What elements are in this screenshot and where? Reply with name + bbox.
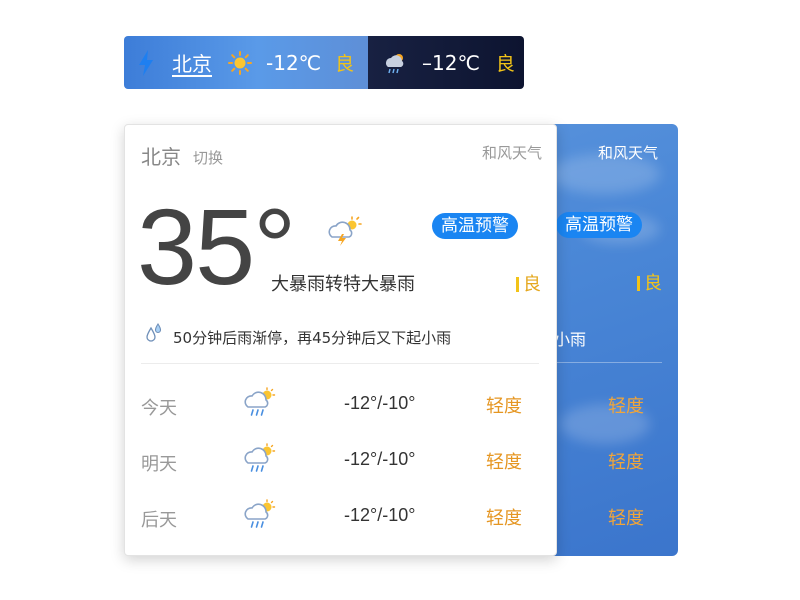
forecast-temperature-range: -12°/-10° bbox=[344, 393, 416, 413]
rain-sun-icon bbox=[243, 387, 277, 423]
rain-sun-icon bbox=[243, 443, 277, 479]
forecast-row: 后天 -12°/-10° 轻度 bbox=[141, 499, 539, 533]
forecast-level: 轻度 bbox=[486, 396, 522, 417]
rain-sun-icon bbox=[243, 499, 277, 535]
raindrops-icon bbox=[143, 322, 165, 348]
divider bbox=[141, 363, 539, 364]
lightning-icon bbox=[138, 49, 154, 76]
mini-aqi-badge: 良 bbox=[335, 53, 355, 75]
sun-icon bbox=[228, 50, 252, 75]
mini-temperature-dark: –12℃ bbox=[422, 50, 480, 75]
forecast-temperature-range: -12°/-10° bbox=[344, 505, 416, 525]
rain-sun-icon bbox=[382, 51, 408, 75]
provider-label: 和风天气 bbox=[481, 144, 542, 162]
aqi-bar-icon bbox=[637, 276, 640, 291]
forecast-temperature-range: -12°/-10° bbox=[344, 449, 416, 469]
city-name: 北京 bbox=[141, 145, 181, 169]
forecast-day: 后天 bbox=[141, 510, 177, 531]
forecast-day: 明天 bbox=[141, 454, 177, 475]
weather-card: 北京 切换 和风天气 35° 高温预警 大暴雨转特大暴雨 良 50分钟后雨渐停，… bbox=[124, 124, 557, 556]
switch-city-link[interactable]: 切换 bbox=[193, 147, 223, 168]
aqi-bar-icon bbox=[516, 277, 519, 292]
mini-city-link[interactable]: 北京 bbox=[172, 48, 212, 77]
aqi-value: 良 bbox=[523, 274, 541, 295]
rain-forecast-note: 50分钟后雨渐停，再45分钟后又下起小雨 bbox=[173, 329, 452, 347]
heat-alert-badge[interactable]: 高温预警 bbox=[556, 212, 642, 238]
mini-aqi-badge-dark: 良 bbox=[495, 53, 515, 75]
mini-weather-bar-dark[interactable]: –12℃ 良 bbox=[368, 36, 524, 89]
forecast-level: 轻度 bbox=[608, 452, 644, 473]
divider bbox=[554, 362, 662, 363]
rain-note-tail: 小雨 bbox=[554, 330, 587, 349]
forecast-level: 轻度 bbox=[608, 396, 644, 417]
forecast-row: 明天 -12°/-10° 轻度 bbox=[141, 443, 539, 477]
provider-label: 和风天气 bbox=[598, 144, 659, 162]
mini-weather-bar-light[interactable]: 北京 -12℃ 良 bbox=[124, 36, 368, 89]
thunderstorm-icon bbox=[327, 215, 363, 251]
aqi-badge: 良 bbox=[637, 269, 662, 295]
mini-temperature: -12℃ bbox=[266, 50, 322, 75]
forecast-row: 今天 -12°/-10° 轻度 bbox=[141, 387, 539, 421]
forecast-day: 今天 bbox=[141, 398, 177, 419]
aqi-badge: 良 bbox=[516, 270, 541, 296]
forecast-level: 轻度 bbox=[486, 452, 522, 473]
weather-condition: 大暴雨转特大暴雨 bbox=[271, 274, 415, 295]
heat-alert-badge[interactable]: 高温预警 bbox=[432, 213, 518, 239]
forecast-level: 轻度 bbox=[486, 508, 522, 529]
forecast-level: 轻度 bbox=[608, 508, 644, 529]
aqi-value: 良 bbox=[644, 273, 662, 294]
